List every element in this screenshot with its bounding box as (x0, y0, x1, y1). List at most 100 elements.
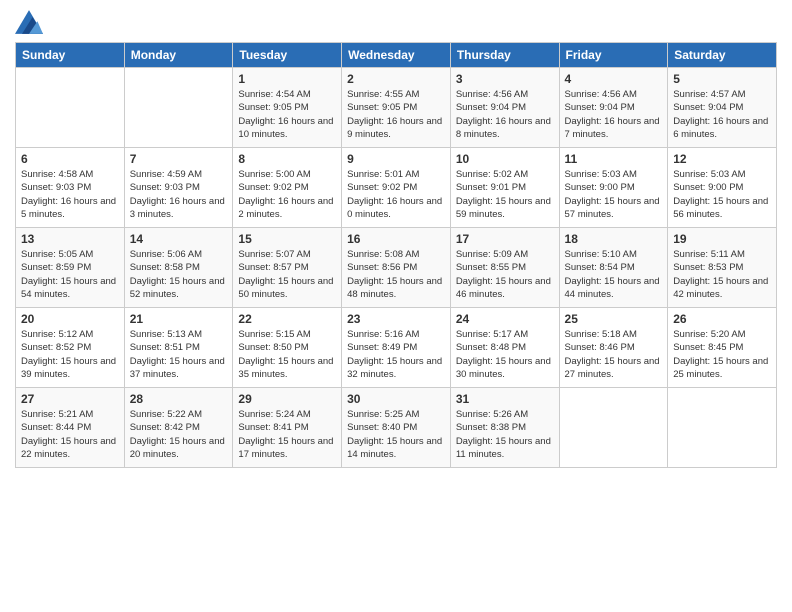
calendar-table: SundayMondayTuesdayWednesdayThursdayFrid… (15, 42, 777, 468)
calendar-cell: 21Sunrise: 5:13 AM Sunset: 8:51 PM Dayli… (124, 308, 233, 388)
calendar-week-row: 1Sunrise: 4:54 AM Sunset: 9:05 PM Daylig… (16, 68, 777, 148)
day-info: Sunrise: 5:18 AM Sunset: 8:46 PM Dayligh… (565, 328, 663, 381)
day-number: 11 (565, 152, 663, 166)
day-number: 8 (238, 152, 336, 166)
calendar-cell: 24Sunrise: 5:17 AM Sunset: 8:48 PM Dayli… (450, 308, 559, 388)
calendar-cell: 2 Sunrise: 4:55 AM Sunset: 9:05 PM Daylig… (342, 68, 451, 148)
calendar-cell (668, 388, 777, 468)
day-info: Sunrise: 4:56 AM Sunset: 9:04 PM Dayligh… (456, 88, 554, 141)
weekday-header-row: SundayMondayTuesdayWednesdayThursdayFrid… (16, 43, 777, 68)
day-number: 14 (130, 232, 228, 246)
day-info: Sunrise: 5:08 AM Sunset: 8:56 PM Dayligh… (347, 248, 445, 301)
day-info: Sunrise: 4:57 AM Sunset: 9:04 PM Dayligh… (673, 88, 771, 141)
calendar-cell: 29Sunrise: 5:24 AM Sunset: 8:41 PM Dayli… (233, 388, 342, 468)
day-info: Sunrise: 5:10 AM Sunset: 8:54 PM Dayligh… (565, 248, 663, 301)
day-number: 27 (21, 392, 119, 406)
day-info: Sunrise: 4:56 AM Sunset: 9:04 PM Dayligh… (565, 88, 663, 141)
weekday-header-wednesday: Wednesday (342, 43, 451, 68)
day-info: Sunrise: 5:03 AM Sunset: 9:00 PM Dayligh… (673, 168, 771, 221)
calendar-cell (16, 68, 125, 148)
calendar-cell: 22 Sunrise: 5:15 AM Sunset: 8:50 PM Dayli… (233, 308, 342, 388)
weekday-header-monday: Monday (124, 43, 233, 68)
day-number: 24 (456, 312, 554, 326)
calendar-cell: 18 Sunrise: 5:10 AM Sunset: 8:54 PM Dayli… (559, 228, 668, 308)
day-number: 2 (347, 72, 445, 86)
day-info: Sunrise: 4:58 AM Sunset: 9:03 PM Dayligh… (21, 168, 119, 221)
day-info: Sunrise: 5:21 AM Sunset: 8:44 PM Dayligh… (21, 408, 119, 461)
calendar-cell: 6 Sunrise: 4:58 AM Sunset: 9:03 PM Daylig… (16, 148, 125, 228)
day-number: 15 (238, 232, 336, 246)
day-number: 18 (565, 232, 663, 246)
calendar-cell: 10Sunrise: 5:02 AM Sunset: 9:01 PM Dayli… (450, 148, 559, 228)
day-number: 17 (456, 232, 554, 246)
calendar-cell: 20Sunrise: 5:12 AM Sunset: 8:52 PM Dayli… (16, 308, 125, 388)
day-number: 31 (456, 392, 554, 406)
day-info: Sunrise: 4:55 AM Sunset: 9:05 PM Dayligh… (347, 88, 445, 141)
logo-icon (15, 10, 43, 34)
day-number: 22 (238, 312, 336, 326)
day-info: Sunrise: 5:13 AM Sunset: 8:51 PM Dayligh… (130, 328, 228, 381)
calendar-cell: 7 Sunrise: 4:59 AM Sunset: 9:03 PM Daylig… (124, 148, 233, 228)
day-info: Sunrise: 5:07 AM Sunset: 8:57 PM Dayligh… (238, 248, 336, 301)
weekday-header-sunday: Sunday (16, 43, 125, 68)
day-number: 25 (565, 312, 663, 326)
calendar-cell: 12 Sunrise: 5:03 AM Sunset: 9:00 PM Dayli… (668, 148, 777, 228)
calendar-week-row: 20Sunrise: 5:12 AM Sunset: 8:52 PM Dayli… (16, 308, 777, 388)
day-number: 19 (673, 232, 771, 246)
page-container: SundayMondayTuesdayWednesdayThursdayFrid… (0, 0, 792, 478)
calendar-cell: 25 Sunrise: 5:18 AM Sunset: 8:46 PM Dayli… (559, 308, 668, 388)
calendar-cell: 30 Sunrise: 5:25 AM Sunset: 8:40 PM Dayli… (342, 388, 451, 468)
day-number: 4 (565, 72, 663, 86)
day-number: 30 (347, 392, 445, 406)
day-info: Sunrise: 5:15 AM Sunset: 8:50 PM Dayligh… (238, 328, 336, 381)
calendar-cell: 4 Sunrise: 4:56 AM Sunset: 9:04 PM Daylig… (559, 68, 668, 148)
day-info: Sunrise: 5:22 AM Sunset: 8:42 PM Dayligh… (130, 408, 228, 461)
day-info: Sunrise: 5:00 AM Sunset: 9:02 PM Dayligh… (238, 168, 336, 221)
logo (15, 10, 47, 34)
calendar-cell: 5Sunrise: 4:57 AM Sunset: 9:04 PM Daylig… (668, 68, 777, 148)
calendar-cell: 8 Sunrise: 5:00 AM Sunset: 9:02 PM Daylig… (233, 148, 342, 228)
calendar-cell: 11Sunrise: 5:03 AM Sunset: 9:00 PM Dayli… (559, 148, 668, 228)
day-info: Sunrise: 5:11 AM Sunset: 8:53 PM Dayligh… (673, 248, 771, 301)
day-info: Sunrise: 5:20 AM Sunset: 8:45 PM Dayligh… (673, 328, 771, 381)
calendar-cell: 14 Sunrise: 5:06 AM Sunset: 8:58 PM Dayli… (124, 228, 233, 308)
weekday-header-tuesday: Tuesday (233, 43, 342, 68)
day-info: Sunrise: 4:54 AM Sunset: 9:05 PM Dayligh… (238, 88, 336, 141)
calendar-cell: 31 Sunrise: 5:26 AM Sunset: 8:38 PM Dayli… (450, 388, 559, 468)
day-number: 9 (347, 152, 445, 166)
day-number: 23 (347, 312, 445, 326)
calendar-cell: 1Sunrise: 4:54 AM Sunset: 9:05 PM Daylig… (233, 68, 342, 148)
day-info: Sunrise: 5:25 AM Sunset: 8:40 PM Dayligh… (347, 408, 445, 461)
calendar-cell: 27 Sunrise: 5:21 AM Sunset: 8:44 PM Dayli… (16, 388, 125, 468)
day-number: 3 (456, 72, 554, 86)
calendar-cell (124, 68, 233, 148)
day-number: 28 (130, 392, 228, 406)
calendar-week-row: 13Sunrise: 5:05 AM Sunset: 8:59 PM Dayli… (16, 228, 777, 308)
day-number: 12 (673, 152, 771, 166)
calendar-cell: 17Sunrise: 5:09 AM Sunset: 8:55 PM Dayli… (450, 228, 559, 308)
weekday-header-thursday: Thursday (450, 43, 559, 68)
day-info: Sunrise: 4:59 AM Sunset: 9:03 PM Dayligh… (130, 168, 228, 221)
page-header (15, 10, 777, 34)
day-number: 26 (673, 312, 771, 326)
day-number: 10 (456, 152, 554, 166)
day-number: 6 (21, 152, 119, 166)
day-number: 29 (238, 392, 336, 406)
day-number: 7 (130, 152, 228, 166)
calendar-cell: 28 Sunrise: 5:22 AM Sunset: 8:42 PM Dayli… (124, 388, 233, 468)
calendar-week-row: 27 Sunrise: 5:21 AM Sunset: 8:44 PM Dayli… (16, 388, 777, 468)
day-info: Sunrise: 5:06 AM Sunset: 8:58 PM Dayligh… (130, 248, 228, 301)
day-info: Sunrise: 5:05 AM Sunset: 8:59 PM Dayligh… (21, 248, 119, 301)
calendar-cell: 16 Sunrise: 5:08 AM Sunset: 8:56 PM Dayli… (342, 228, 451, 308)
day-number: 20 (21, 312, 119, 326)
calendar-cell: 13Sunrise: 5:05 AM Sunset: 8:59 PM Dayli… (16, 228, 125, 308)
calendar-cell: 19 Sunrise: 5:11 AM Sunset: 8:53 PM Dayli… (668, 228, 777, 308)
day-info: Sunrise: 5:26 AM Sunset: 8:38 PM Dayligh… (456, 408, 554, 461)
weekday-header-friday: Friday (559, 43, 668, 68)
day-number: 16 (347, 232, 445, 246)
day-info: Sunrise: 5:16 AM Sunset: 8:49 PM Dayligh… (347, 328, 445, 381)
calendar-cell: 23 Sunrise: 5:16 AM Sunset: 8:49 PM Dayli… (342, 308, 451, 388)
calendar-cell: 9Sunrise: 5:01 AM Sunset: 9:02 PM Daylig… (342, 148, 451, 228)
calendar-cell (559, 388, 668, 468)
calendar-cell: 26 Sunrise: 5:20 AM Sunset: 8:45 PM Dayli… (668, 308, 777, 388)
